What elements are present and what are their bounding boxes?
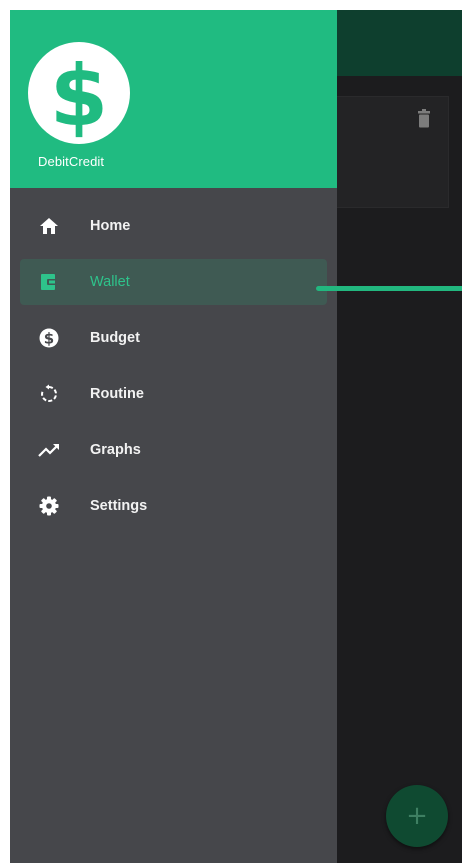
dollar-icon: $: [28, 42, 130, 144]
menu-item-label: Wallet: [90, 274, 130, 290]
wallet-icon: [38, 271, 60, 293]
svg-text:$: $: [50, 47, 108, 144]
home-icon: [38, 215, 60, 237]
menu-item-routine[interactable]: Routine: [20, 366, 327, 422]
menu-item-label: Home: [90, 218, 131, 234]
app-screen: + $ DebitCredit Home Wallet $ Budget Rou…: [10, 10, 462, 863]
menu-item-label: Settings: [90, 498, 148, 514]
menu-item-wallet[interactable]: Wallet: [20, 259, 327, 305]
restore-icon: [38, 383, 60, 405]
add-fab-button[interactable]: +: [386, 785, 448, 847]
menu-item-label: Graphs: [90, 442, 141, 458]
app-name: DebitCredit: [38, 154, 105, 169]
menu-item-graphs[interactable]: Graphs: [20, 422, 327, 478]
drawer-header: $ DebitCredit: [10, 10, 337, 188]
menu-item-label: Routine: [90, 386, 144, 402]
gear-icon: [38, 495, 60, 517]
menu-item-settings[interactable]: Settings: [20, 478, 327, 534]
drawer-drag-handle[interactable]: [316, 286, 462, 291]
drawer-menu: Home Wallet $ Budget Routine Graphs Sett…: [10, 198, 337, 534]
dollar-circle-icon: $: [38, 327, 60, 349]
svg-text:$: $: [44, 330, 54, 348]
fab-label: +: [406, 801, 428, 831]
menu-item-home[interactable]: Home: [20, 198, 327, 254]
trash-icon[interactable]: [418, 109, 430, 131]
trending-up-icon: [38, 439, 60, 461]
navigation-drawer: $ DebitCredit Home Wallet $ Budget Routi…: [10, 10, 337, 863]
menu-item-budget[interactable]: $ Budget: [20, 310, 327, 366]
menu-item-label: Budget: [90, 330, 140, 346]
